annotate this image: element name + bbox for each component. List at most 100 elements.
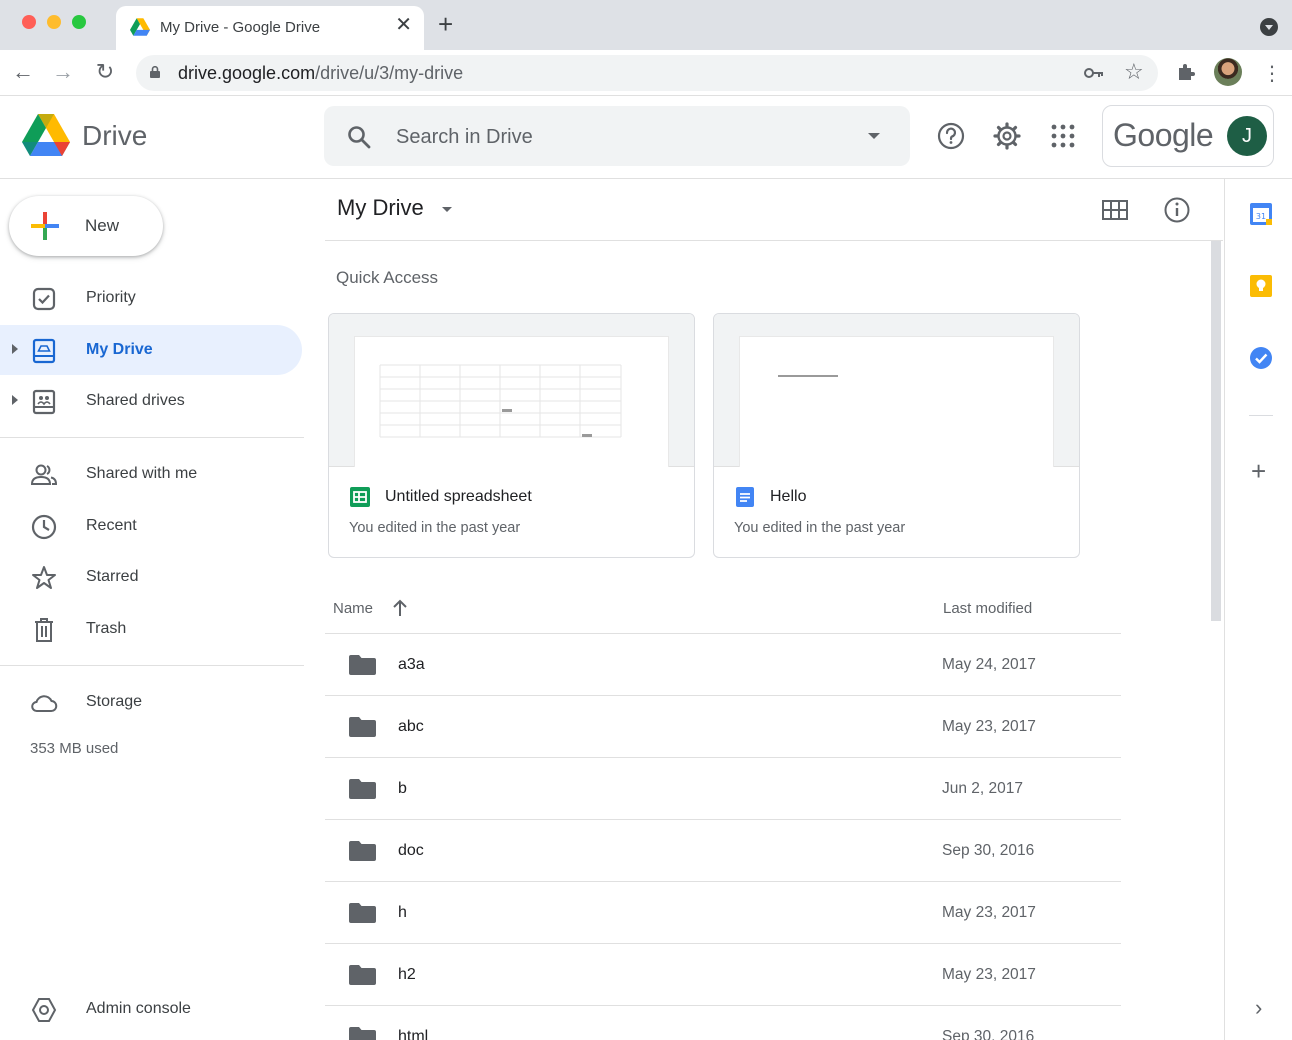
- file-thumbnail: [714, 314, 1079, 467]
- tab-close-icon[interactable]: ✕: [395, 15, 412, 35]
- quick-access-reason: You edited in the past year: [349, 520, 521, 536]
- tab-title: My Drive - Google Drive: [160, 19, 321, 36]
- sidebar-item-my-drive[interactable]: My Drive: [0, 325, 302, 375]
- browser-menu-icon[interactable]: ⋮: [1262, 61, 1282, 86]
- chevron-down-icon[interactable]: [442, 207, 452, 212]
- page-title[interactable]: My Drive: [337, 195, 424, 221]
- shared-with-me-icon: [30, 464, 58, 485]
- drive-favicon-icon: [130, 18, 150, 36]
- browser-tab-active[interactable]: My Drive - Google Drive ✕: [116, 6, 424, 50]
- sidebar-divider: [0, 665, 304, 666]
- side-panel: 31 + ›: [1224, 179, 1292, 1040]
- back-arrow-icon[interactable]: ←: [10, 59, 36, 85]
- cloud-icon: [31, 695, 58, 712]
- expand-arrow-icon[interactable]: [12, 344, 18, 354]
- drive-logo-icon[interactable]: [22, 114, 70, 156]
- sidebar-item-label: Trash: [86, 620, 127, 637]
- new-tab-button[interactable]: +: [438, 10, 453, 38]
- last-modified-column-header[interactable]: Last modified: [943, 600, 1032, 617]
- folder-icon: [349, 655, 376, 675]
- file-row[interactable]: b Jun 2, 2017: [325, 758, 1121, 820]
- sidebar-item-priority[interactable]: Priority: [0, 273, 302, 323]
- file-row[interactable]: doc Sep 30, 2016: [325, 820, 1121, 882]
- quick-access-card[interactable]: Untitled spreadsheet You edited in the p…: [328, 313, 695, 558]
- search-input[interactable]: Search in Drive: [396, 126, 533, 149]
- file-row[interactable]: abc May 23, 2017: [325, 696, 1121, 758]
- calendar-icon[interactable]: 31: [1248, 201, 1274, 227]
- browser-profile-avatar[interactable]: [1214, 58, 1242, 86]
- file-name: h2: [398, 966, 416, 983]
- drive-header: Drive Search in Drive Google J: [0, 97, 1292, 179]
- key-icon[interactable]: [1084, 64, 1104, 82]
- extensions-puzzle-icon[interactable]: [1176, 62, 1196, 82]
- sidebar-item-label: Shared drives: [86, 392, 185, 409]
- sidebar-item-label: Admin console: [86, 1000, 191, 1017]
- name-column-header[interactable]: Name: [333, 600, 373, 617]
- scrollbar-thumb[interactable]: [1211, 241, 1221, 621]
- sidebar-item-admin-console[interactable]: Admin console: [0, 984, 302, 1034]
- url-text: drive.google.com/drive/u/3/my-drive: [178, 63, 464, 83]
- tab-search-icon[interactable]: [1260, 18, 1278, 36]
- new-button[interactable]: New: [9, 196, 163, 256]
- quick-access-heading: Quick Access: [336, 268, 439, 287]
- settings-gear-icon[interactable]: [992, 121, 1022, 151]
- sidebar-item-storage[interactable]: Storage: [0, 677, 302, 727]
- search-bar[interactable]: Search in Drive: [324, 106, 910, 166]
- side-panel-divider: [1249, 415, 1273, 416]
- sort-arrow-up-icon[interactable]: [391, 598, 409, 618]
- folder-icon: [349, 1027, 376, 1040]
- file-row[interactable]: html Sep 30, 2016: [325, 1006, 1121, 1040]
- minimize-window-button[interactable]: [47, 15, 61, 29]
- sidebar-item-recent[interactable]: Recent: [0, 501, 302, 551]
- browser-tab-bar: My Drive - Google Drive ✕ +: [0, 0, 1292, 50]
- sidebar-item-label: Priority: [86, 289, 136, 306]
- sidebar-item-shared-drives[interactable]: Shared drives: [0, 376, 302, 426]
- file-name: doc: [398, 842, 424, 859]
- product-name[interactable]: Drive: [82, 120, 147, 152]
- help-icon[interactable]: [936, 121, 966, 151]
- keep-icon[interactable]: [1248, 273, 1274, 299]
- svg-text:31: 31: [1256, 212, 1266, 221]
- text-preview-icon: [778, 375, 838, 377]
- file-name: a3a: [398, 656, 425, 673]
- sidebar-item-label: My Drive: [86, 341, 153, 358]
- grid-preview-icon: [379, 364, 622, 438]
- file-name: b: [398, 780, 407, 797]
- sidebar-item-starred[interactable]: Starred: [0, 552, 302, 602]
- search-options-dropdown-icon[interactable]: [868, 133, 880, 139]
- sidebar-item-trash[interactable]: Trash: [0, 604, 302, 654]
- sidebar-item-label: Storage: [86, 693, 143, 710]
- file-row[interactable]: h May 23, 2017: [325, 882, 1121, 944]
- bookmark-star-icon[interactable]: ☆: [1124, 59, 1144, 85]
- address-bar[interactable]: drive.google.com/drive/u/3/my-drive ☆: [136, 55, 1158, 91]
- get-addons-plus-icon[interactable]: +: [1251, 458, 1266, 484]
- file-name: abc: [398, 718, 424, 735]
- file-name: html: [398, 1028, 429, 1040]
- file-row[interactable]: h2 May 23, 2017: [325, 944, 1121, 1006]
- forward-arrow-icon[interactable]: →: [50, 59, 76, 85]
- hide-side-panel-chevron-icon[interactable]: ›: [1255, 995, 1262, 1021]
- sidebar-item-shared-with-me[interactable]: Shared with me: [0, 449, 302, 499]
- info-icon[interactable]: [1163, 196, 1191, 224]
- folder-icon: [349, 903, 376, 923]
- expand-arrow-icon[interactable]: [12, 395, 18, 405]
- quick-access-card[interactable]: Hello You edited in the past year: [713, 313, 1080, 558]
- apps-grid-icon[interactable]: [1048, 121, 1078, 151]
- reload-icon[interactable]: ↻: [92, 59, 118, 85]
- quick-access-file-name: Untitled spreadsheet: [385, 488, 532, 505]
- grid-view-icon[interactable]: [1101, 199, 1129, 221]
- folder-icon: [349, 841, 376, 861]
- file-thumbnail: [329, 314, 694, 467]
- file-last-modified: May 24, 2017: [942, 656, 1036, 673]
- search-icon[interactable]: [346, 124, 372, 150]
- tasks-icon[interactable]: [1248, 345, 1274, 371]
- maximize-window-button[interactable]: [72, 15, 86, 29]
- file-last-modified: May 23, 2017: [942, 718, 1036, 735]
- account-switcher[interactable]: Google J: [1102, 105, 1274, 167]
- new-button-label: New: [85, 216, 120, 235]
- trash-icon: [35, 618, 53, 642]
- account-avatar[interactable]: J: [1227, 116, 1267, 156]
- close-window-button[interactable]: [22, 15, 36, 29]
- file-row[interactable]: a3a May 24, 2017: [325, 634, 1121, 696]
- browser-toolbar: ← → ↻ drive.google.com/drive/u/3/my-driv…: [0, 50, 1292, 96]
